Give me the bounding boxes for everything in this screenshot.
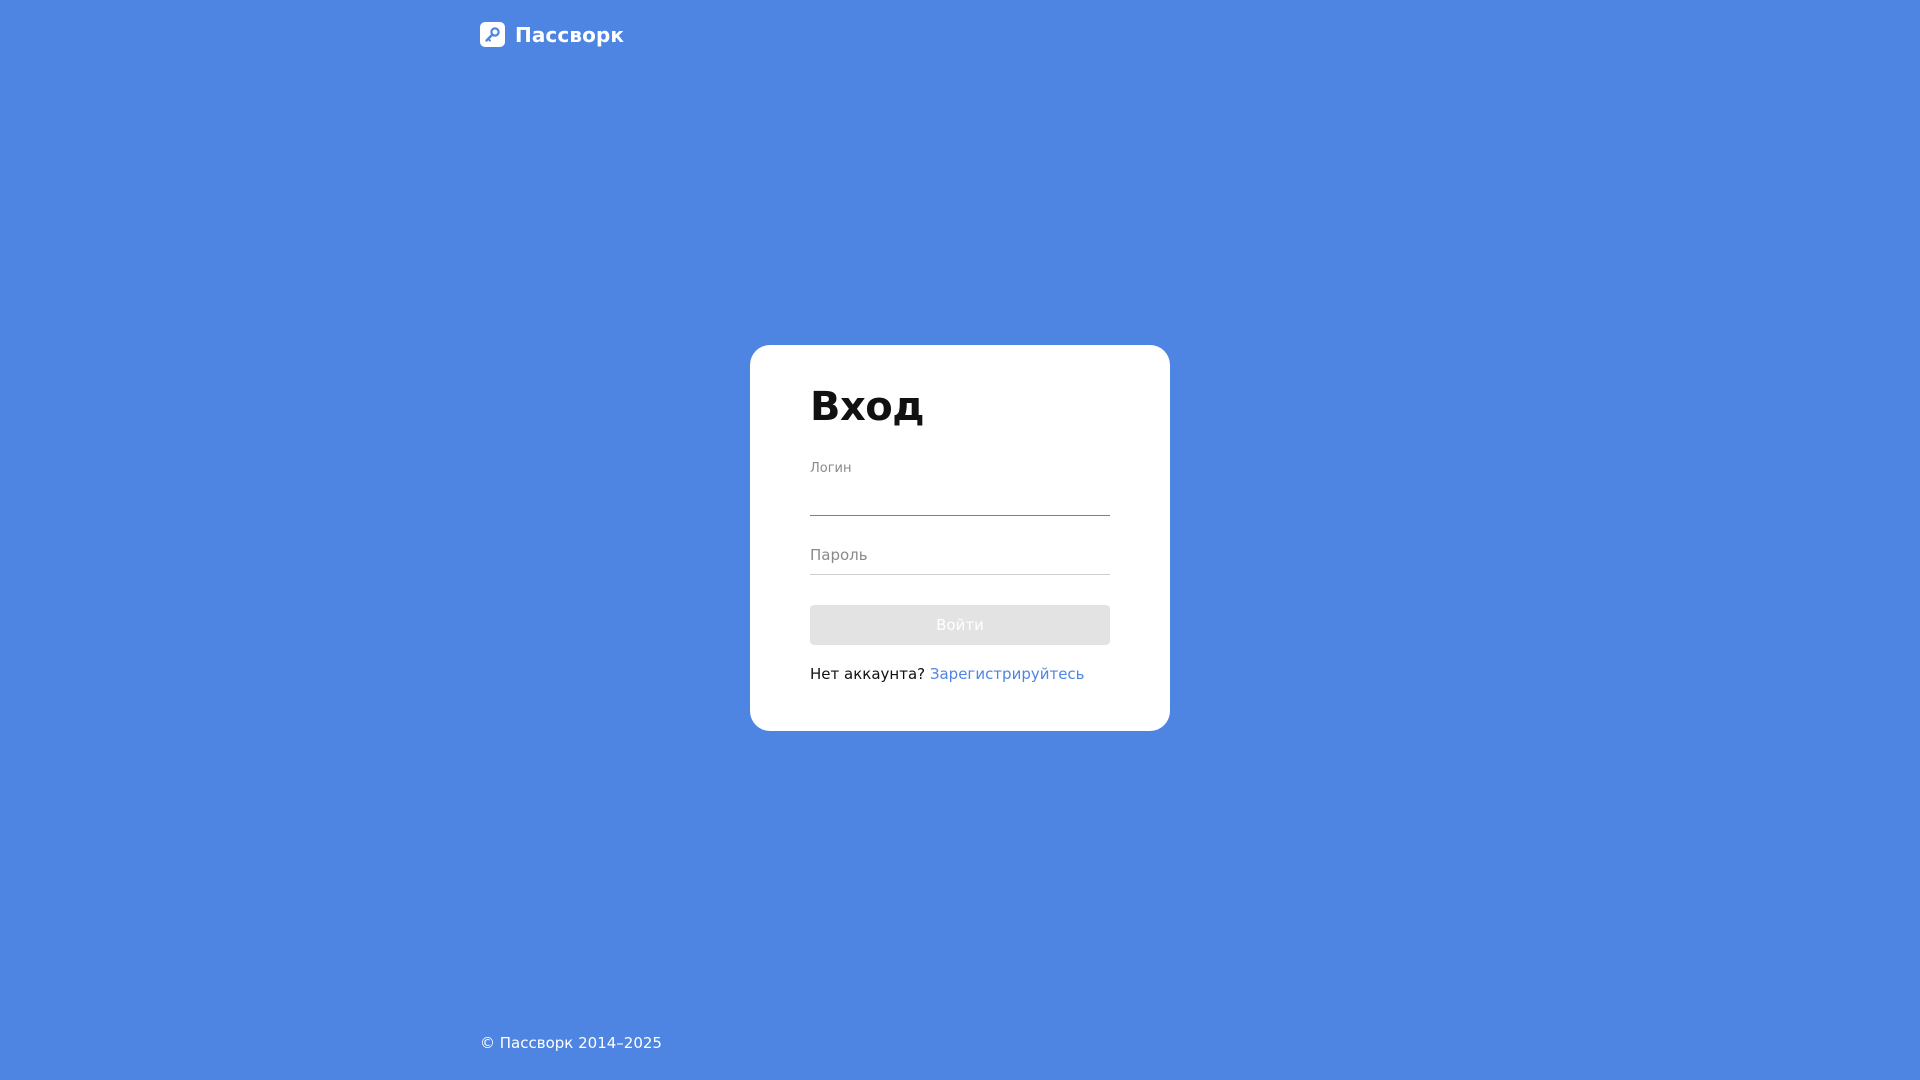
key-icon [480, 22, 505, 47]
login-input[interactable] [810, 491, 1110, 513]
signup-row: Нет аккаунта? Зарегистрируйтесь [810, 665, 1110, 683]
login-page: Пассворк Вход Логин Войти Нет аккаунта? … [0, 0, 1920, 1080]
password-input[interactable] [810, 544, 1110, 566]
signup-prompt: Нет аккаунта? [810, 665, 926, 683]
login-card: Вход Логин Войти Нет аккаунта? Зарегистр… [750, 345, 1170, 731]
login-field[interactable]: Логин [810, 461, 1110, 516]
footer-copyright: © Пассворк 2014–2025 [480, 1034, 662, 1052]
login-button[interactable]: Войти [810, 605, 1110, 645]
signup-link[interactable]: Зарегистрируйтесь [930, 665, 1085, 683]
app-logo[interactable]: Пассворк [480, 22, 624, 47]
page-title: Вход [810, 384, 925, 430]
app-name: Пассворк [515, 22, 625, 47]
login-label: Логин [810, 461, 852, 476]
password-field[interactable] [810, 542, 1110, 575]
